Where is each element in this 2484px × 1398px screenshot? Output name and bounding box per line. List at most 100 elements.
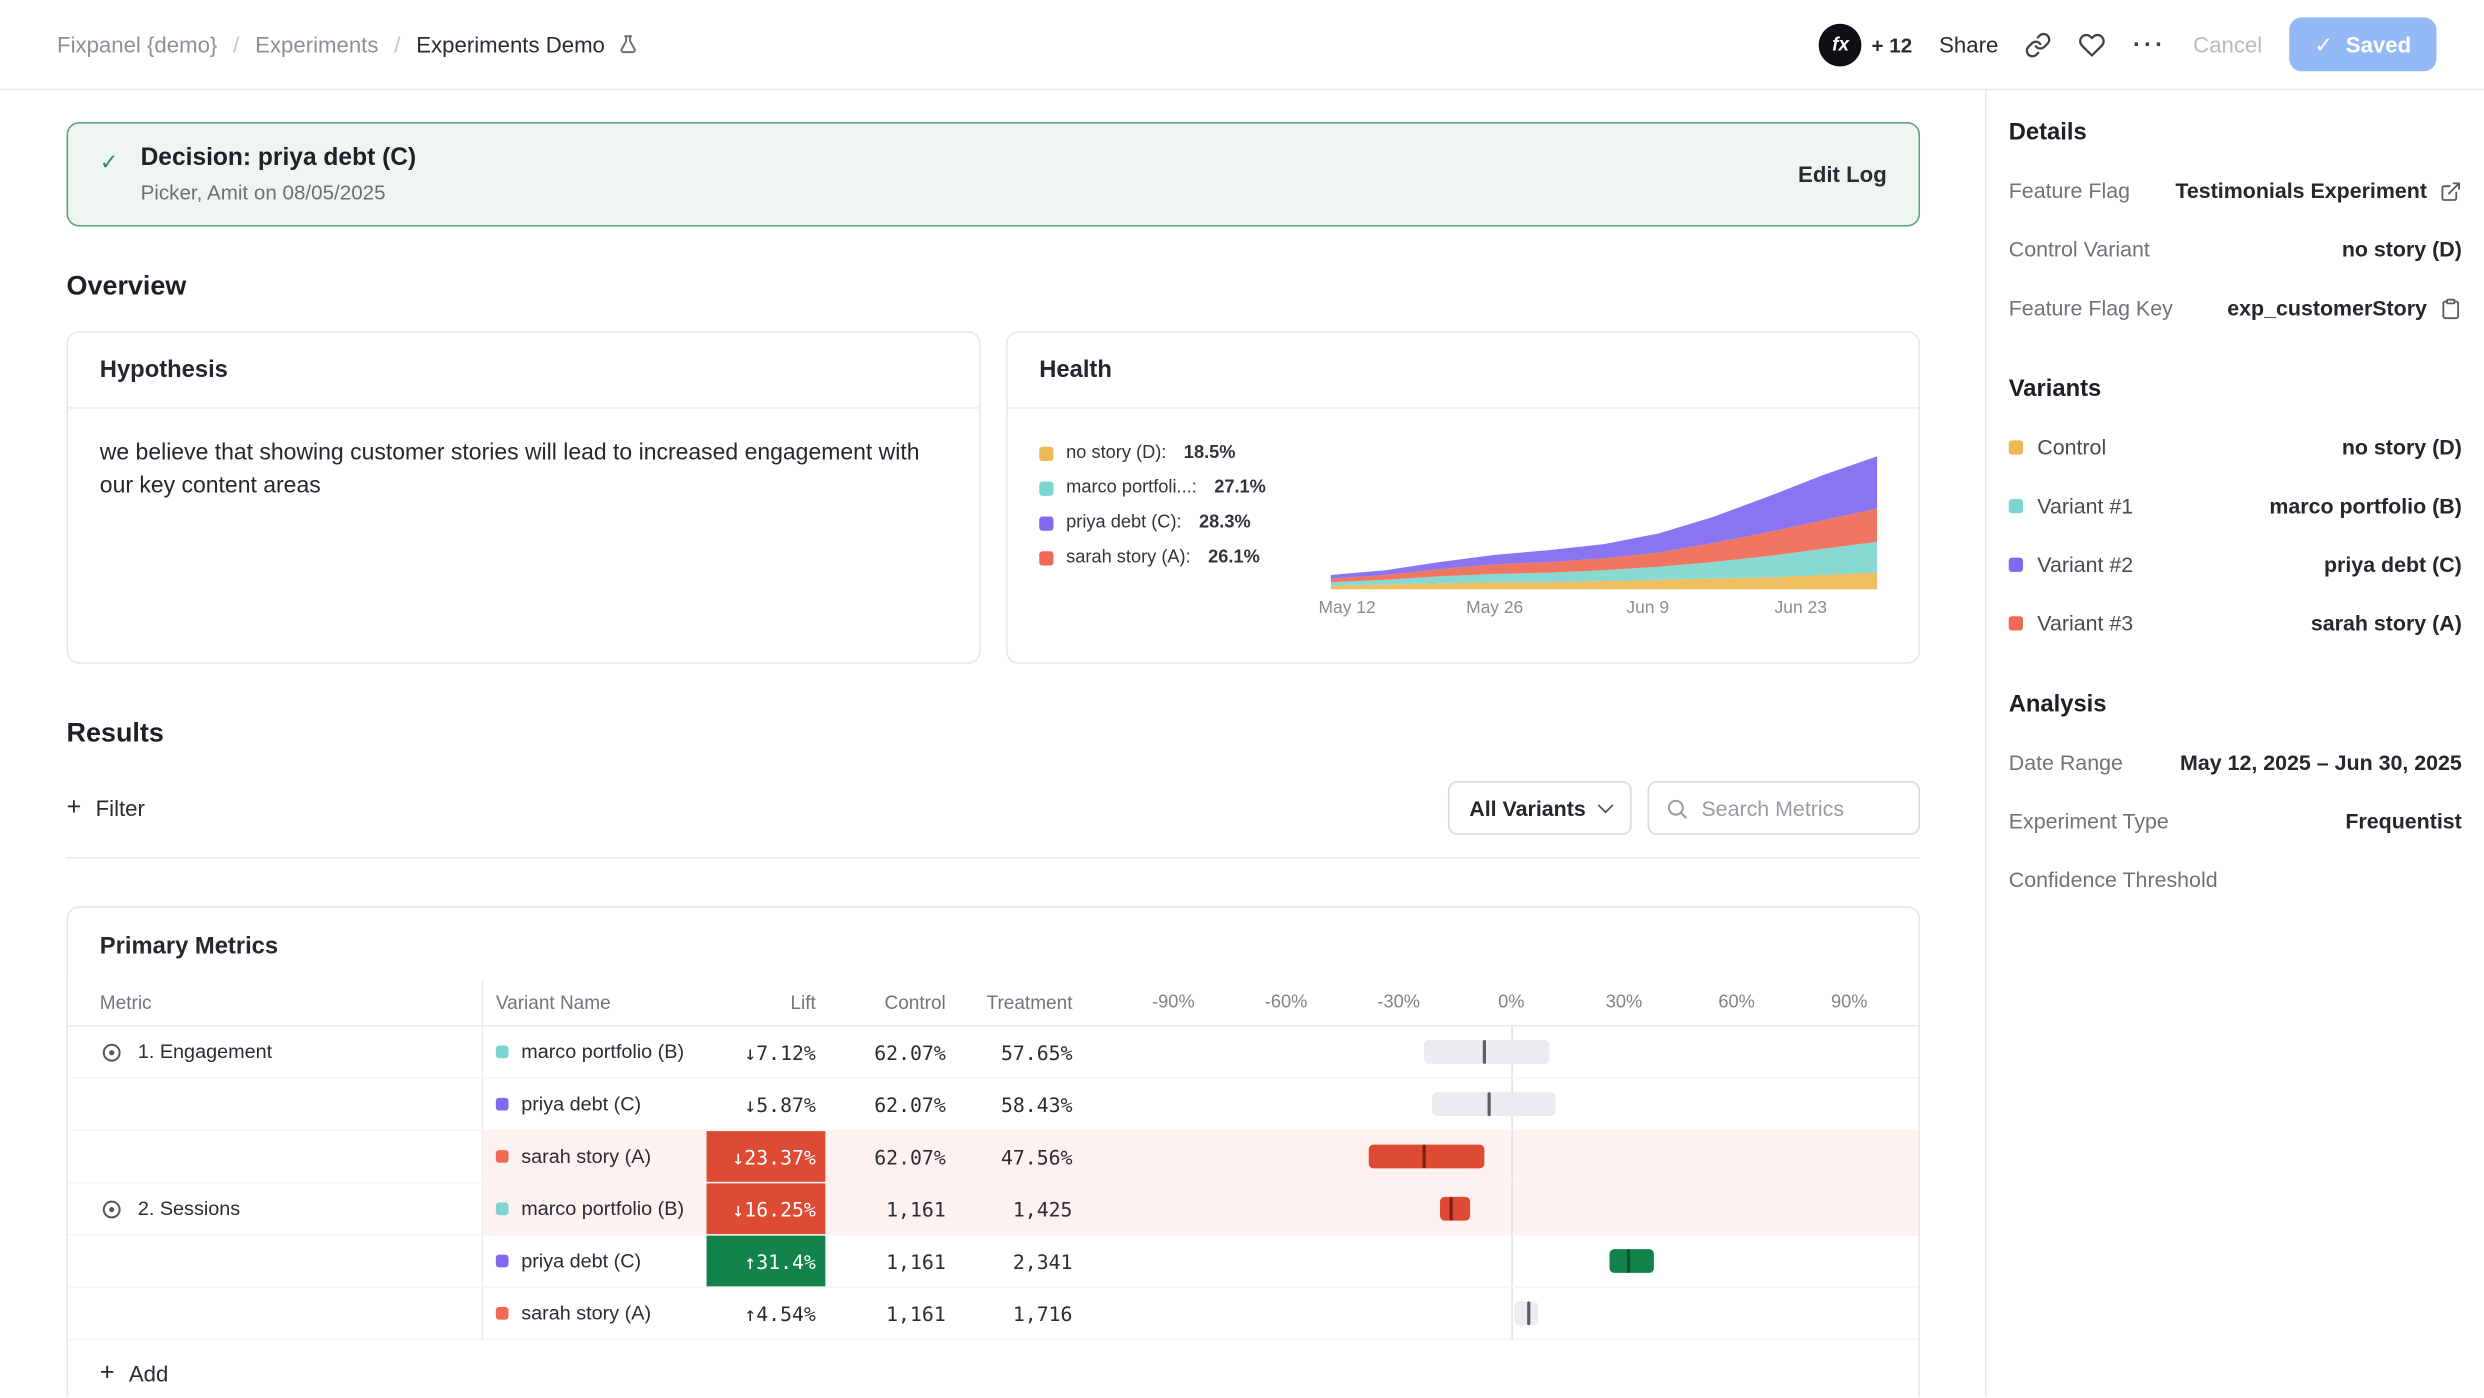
health-card: Health no story (D): 18.5% marco portfol… <box>1006 331 1920 664</box>
cancel-button[interactable]: Cancel <box>2193 32 2262 57</box>
results-divider <box>67 857 1920 859</box>
legend-swatch <box>1039 446 1053 460</box>
collaborator-count: + 12 <box>1872 32 1913 56</box>
plus-icon: + <box>67 794 82 823</box>
breadcrumb-separator: / <box>394 32 400 57</box>
clipboard-copy-icon[interactable] <box>2440 297 2462 319</box>
lift-value: ↓23.37% <box>707 1131 826 1182</box>
lift-value: ↑4.54% <box>707 1288 826 1339</box>
variant-name: marco portfolio (B) <box>521 1041 684 1063</box>
experiment-type-row: Experiment Type Frequentist <box>2009 792 2462 851</box>
health-chart: May 12May 26Jun 9Jun 23 <box>1331 428 1887 631</box>
variant-value: marco portfolio (B) <box>2269 494 2461 518</box>
breadcrumb-item-workspace[interactable]: Fixpanel {demo} <box>57 32 217 57</box>
control-variant-value: no story (D) <box>2342 238 2462 262</box>
search-metrics-input[interactable] <box>1701 796 1902 820</box>
more-options-icon[interactable]: ··· <box>2133 31 2166 58</box>
variant-row: Variant #2 priya debt (C) <box>2009 535 2462 594</box>
confidence-threshold-label: Confidence Threshold <box>2009 868 2218 892</box>
col-variant: Variant Name <box>483 991 706 1013</box>
ci-axis: -90%-60%-30%0%30%60%90% <box>1136 979 1887 1025</box>
decision-banner: ✓ Decision: priya debt (C) Picker, Amit … <box>67 122 1920 227</box>
variant-color-swatch <box>496 1098 509 1111</box>
breadcrumb-separator: / <box>233 32 239 57</box>
primary-metrics-title: Primary Metrics <box>68 933 1918 979</box>
feature-flag-key-label: Feature Flag Key <box>2009 296 2173 320</box>
decision-title: Decision: priya debt (C) <box>141 144 417 173</box>
variants-filter-label: All Variants <box>1469 796 1586 820</box>
control-value: 1,161 <box>825 1197 955 1221</box>
health-title: Health <box>1008 333 1919 409</box>
breadcrumb: Fixpanel {demo} / Experiments / Experime… <box>57 32 640 57</box>
top-bar: Fixpanel {demo} / Experiments / Experime… <box>0 0 2484 90</box>
metric-name: 2. Sessions <box>138 1198 240 1220</box>
treatment-value: 47.56% <box>955 1145 1082 1169</box>
variant-color-swatch <box>2009 499 2023 513</box>
control-value: 1,161 <box>825 1249 955 1273</box>
primary-metrics-card: Primary Metrics Metric Variant Name Lift… <box>67 906 1920 1397</box>
variant-color-swatch <box>2009 558 2023 572</box>
control-variant-row: Control Variant no story (D) <box>2009 220 2462 279</box>
add-metric-button[interactable]: + Add <box>100 1359 169 1388</box>
metric-row[interactable]: 1. Engagement marco portfolio (B) ↓7.12%… <box>68 1027 1918 1079</box>
variant-value: priya debt (C) <box>2324 553 2462 577</box>
search-metrics-box[interactable] <box>1648 781 1920 835</box>
breadcrumb-item-experiments[interactable]: Experiments <box>255 32 378 57</box>
treatment-value: 1,716 <box>955 1301 1082 1325</box>
details-sidebar: Details Feature Flag Testimonials Experi… <box>1985 90 2484 1397</box>
legend-item: no story (D): 18.5% <box>1039 444 1321 463</box>
check-icon: ✓ <box>2315 31 2334 58</box>
metric-row[interactable]: sarah story (A) ↓23.37% 62.07% 47.56% <box>68 1131 1918 1183</box>
breadcrumb-item-current: Experiments Demo <box>416 32 639 57</box>
variant-color-swatch <box>496 1307 509 1320</box>
lift-value: ↓5.87% <box>707 1079 826 1130</box>
metric-row[interactable]: priya debt (C) ↑31.4% 1,161 2,341 <box>68 1236 1918 1288</box>
metric-row[interactable]: sarah story (A) ↑4.54% 1,161 1,716 <box>68 1288 1918 1340</box>
date-range-row: Date Range May 12, 2025 – Jun 30, 2025 <box>2009 733 2462 792</box>
add-filter-button[interactable]: + Filter <box>67 794 145 823</box>
results-toolbar: + Filter All Variants <box>67 781 1920 835</box>
saved-button[interactable]: ✓ Saved <box>2289 17 2436 71</box>
legend-label: marco portfoli...: <box>1066 478 1197 497</box>
control-value: 62.07% <box>825 1040 955 1064</box>
variant-label: Variant #2 <box>2037 553 2133 577</box>
favorite-heart-icon[interactable] <box>2079 31 2106 58</box>
variant-color-swatch <box>2009 616 2023 630</box>
feature-flag-value[interactable]: Testimonials Experiment <box>2175 179 2427 203</box>
analysis-heading: Analysis <box>2009 691 2462 718</box>
collaborators[interactable]: fx + 12 <box>1819 23 1912 66</box>
metric-row[interactable]: 2. Sessions marco portfolio (B) ↓16.25% … <box>68 1183 1918 1235</box>
confidence-interval-bar <box>1136 1079 1887 1130</box>
copy-link-icon[interactable] <box>2025 31 2052 58</box>
share-button[interactable]: Share <box>1939 32 1998 57</box>
header-actions: fx + 12 Share ··· Cancel ✓ Saved <box>1819 17 2436 71</box>
plus-icon: + <box>100 1359 115 1388</box>
variant-row: Variant #3 sarah story (A) <box>2009 594 2462 653</box>
variants-section: Variants Control no story (D) Variant #1… <box>2009 375 2462 652</box>
edit-log-button[interactable]: Edit Log <box>1798 162 1887 187</box>
variant-label: Variant #1 <box>2037 494 2133 518</box>
treatment-value: 2,341 <box>955 1249 1082 1273</box>
col-lift: Lift <box>707 991 826 1013</box>
health-chart-svg <box>1331 447 1878 590</box>
hypothesis-title: Hypothesis <box>68 333 979 409</box>
health-legend: no story (D): 18.5% marco portfoli...: 2… <box>1039 428 1321 631</box>
variants-filter-dropdown[interactable]: All Variants <box>1449 781 1632 835</box>
metric-row[interactable]: priya debt (C) ↓5.87% 62.07% 58.43% <box>68 1079 1918 1131</box>
variant-value: sarah story (A) <box>2311 611 2462 635</box>
legend-item: priya debt (C): 28.3% <box>1039 513 1321 532</box>
variant-color-swatch <box>496 1255 509 1268</box>
legend-swatch <box>1039 481 1053 495</box>
confidence-interval-bar <box>1136 1027 1887 1078</box>
decision-subtitle: Picker, Amit on 08/05/2025 <box>141 181 417 205</box>
variant-name: priya debt (C) <box>521 1093 641 1115</box>
metric-name: 1. Engagement <box>138 1041 272 1063</box>
confidence-interval-bar <box>1136 1131 1887 1182</box>
control-value: 1,161 <box>825 1301 955 1325</box>
search-icon <box>1665 796 1689 820</box>
main-panel: ✓ Decision: priya debt (C) Picker, Amit … <box>0 90 1985 1397</box>
analysis-section: Analysis Date Range May 12, 2025 – Jun 3… <box>2009 691 2462 910</box>
external-link-icon[interactable] <box>2440 180 2462 202</box>
avatar[interactable]: fx <box>1819 23 1862 66</box>
variant-name: sarah story (A) <box>521 1145 651 1167</box>
